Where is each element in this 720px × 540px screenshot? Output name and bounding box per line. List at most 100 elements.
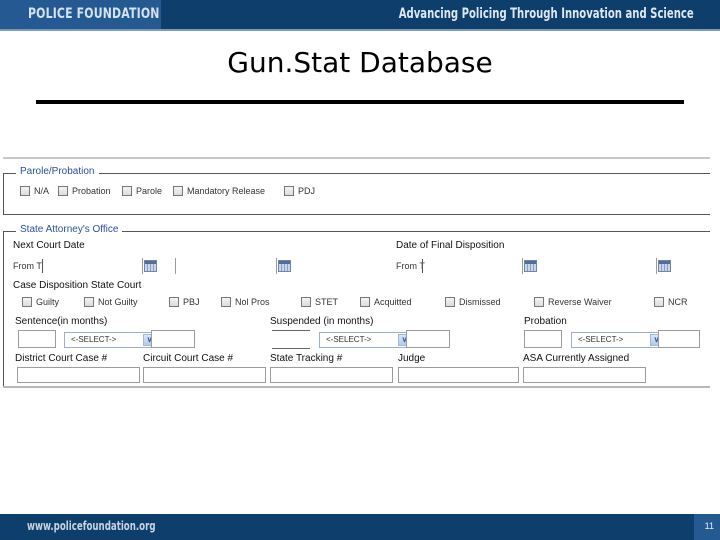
header-banner: POLICE FOUNDATION Advancing Policing Thr… — [0, 0, 720, 31]
gunstat-form: Parole/Probation N/A Probation Parole Ma… — [3, 157, 710, 389]
suspended-months-input[interactable] — [272, 348, 310, 349]
checkbox-label: Mandatory Release — [187, 186, 266, 196]
probation-extra-input[interactable] — [658, 330, 700, 348]
checkbox-box[interactable] — [84, 297, 94, 307]
slide-title: Gun.Stat Database — [227, 46, 493, 79]
next-court-from-input[interactable] — [42, 259, 43, 273]
checkbox-box[interactable] — [654, 297, 664, 307]
district-court-case-label: District Court Case # — [15, 353, 108, 364]
field-separator — [142, 258, 143, 274]
checkbox-box[interactable] — [169, 297, 179, 307]
sentence-unit-select[interactable]: <-SELECT-> ∨ — [64, 332, 159, 348]
state-tracking-input[interactable] — [270, 367, 393, 383]
probation-unit-select[interactable]: <-SELECT-> ∨ — [571, 332, 666, 348]
checkbox-label: Nol Pros — [235, 297, 270, 307]
checkbox-dismissed[interactable]: Dismissed — [445, 297, 501, 307]
state-attorney-legend: State Attorney's Office — [16, 224, 123, 235]
checkbox-reverse-waiver[interactable]: Reverse Waiver — [534, 297, 612, 307]
checkbox-pbj[interactable]: PBJ — [169, 297, 200, 307]
checkbox-label: Probation — [72, 186, 111, 196]
form-bottom-border — [3, 386, 710, 388]
checkbox-label: NCR — [668, 297, 688, 307]
select-value: <-SELECT-> — [578, 335, 624, 344]
probation-months-input[interactable] — [524, 330, 562, 348]
checkbox-parole[interactable]: Parole — [122, 186, 162, 196]
checkbox-label: PDJ — [298, 186, 316, 196]
next-court-to-input[interactable] — [175, 258, 176, 274]
page-number: 11 — [704, 521, 714, 531]
circuit-court-case-label: Circuit Court Case # — [143, 353, 234, 364]
district-court-case-input[interactable] — [17, 367, 140, 383]
checkbox-not-guilty[interactable]: Not Guilty — [84, 297, 138, 307]
suspended-extra-input[interactable] — [406, 330, 450, 348]
brand-logo-text: POLICE FOUNDATION — [28, 6, 160, 22]
checkbox-box[interactable] — [58, 186, 68, 196]
form-top-border — [3, 157, 710, 159]
probation-label: Probation — [524, 316, 567, 327]
checkbox-label: Guilty — [36, 297, 60, 307]
checkbox-box[interactable] — [22, 297, 32, 307]
checkbox-box[interactable] — [173, 186, 183, 196]
checkbox-label: Dismissed — [459, 297, 501, 307]
checkbox-pdj[interactable]: PDJ — [284, 186, 315, 196]
field-separator — [276, 258, 277, 274]
calendar-icon[interactable] — [658, 260, 671, 272]
checkbox-label: Parole — [136, 186, 163, 196]
checkbox-box[interactable] — [20, 186, 30, 196]
circuit-court-case-input[interactable] — [143, 367, 266, 383]
case-disposition-label: Case Disposition State Court — [13, 280, 142, 291]
suspended-line — [272, 330, 310, 331]
final-disposition-to-input[interactable] — [656, 258, 657, 274]
sentence-label: Sentence(in months) — [15, 316, 108, 327]
asa-assigned-label: ASA Currently Assigned — [523, 353, 630, 364]
checkbox-box[interactable] — [122, 186, 132, 196]
parole-probation-fieldset: Parole/Probation N/A Probation Parole Ma… — [3, 166, 710, 215]
sentence-extra-input[interactable] — [151, 330, 195, 348]
checkbox-box[interactable] — [284, 186, 294, 196]
next-court-date-label: Next Court Date — [13, 240, 85, 251]
checkbox-label: Acquitted — [374, 297, 412, 307]
checkbox-label: Not Guilty — [98, 297, 138, 307]
field-separator — [522, 258, 523, 274]
asa-assigned-input[interactable] — [523, 367, 646, 383]
banner-divider — [0, 29, 720, 31]
state-tracking-label: State Tracking # — [270, 353, 343, 364]
footer-url: www.policefoundation.org — [27, 519, 156, 533]
state-attorney-fieldset: State Attorney's Office Next Court Date … — [3, 224, 710, 387]
footer-bar: www.policefoundation.org 11 — [0, 514, 720, 540]
final-disposition-from-input[interactable] — [422, 259, 423, 273]
final-disposition-from-label: From T — [396, 261, 425, 271]
checkbox-box[interactable] — [301, 297, 311, 307]
tagline: Advancing Policing Through Innovation an… — [399, 6, 694, 22]
checkbox-nol-pros[interactable]: Nol Pros — [221, 297, 270, 307]
calendar-icon[interactable] — [524, 260, 537, 272]
checkbox-box[interactable] — [360, 297, 370, 307]
checkbox-guilty[interactable]: Guilty — [22, 297, 59, 307]
checkbox-stet[interactable]: STET — [301, 297, 338, 307]
next-court-from-label: From T — [13, 261, 42, 271]
checkbox-box[interactable] — [534, 297, 544, 307]
checkbox-label: STET — [315, 297, 339, 307]
checkbox-probation[interactable]: Probation — [58, 186, 111, 196]
brand-block: POLICE FOUNDATION — [0, 0, 161, 31]
checkbox-label: Reverse Waiver — [548, 297, 612, 307]
checkbox-ncr[interactable]: NCR — [654, 297, 688, 307]
checkbox-mandatory-release[interactable]: Mandatory Release — [173, 186, 265, 196]
checkbox-box[interactable] — [221, 297, 231, 307]
checkbox-acquitted[interactable]: Acquitted — [360, 297, 412, 307]
sentence-months-input[interactable] — [18, 330, 56, 348]
calendar-icon[interactable] — [144, 260, 157, 272]
checkbox-label: N/A — [34, 186, 50, 196]
suspended-label: Suspended (in months) — [270, 316, 374, 327]
judge-label: Judge — [398, 353, 426, 364]
judge-input[interactable] — [398, 367, 519, 383]
checkbox-label: PBJ — [183, 297, 200, 307]
checkbox-box[interactable] — [445, 297, 455, 307]
title-rule — [36, 100, 684, 104]
calendar-icon[interactable] — [278, 260, 291, 272]
checkbox-na[interactable]: N/A — [20, 186, 49, 196]
select-value: <-SELECT-> — [326, 335, 372, 344]
suspended-unit-select[interactable]: <-SELECT-> ∨ — [319, 332, 414, 348]
final-disposition-label: Date of Final Disposition — [396, 240, 505, 251]
select-value: <-SELECT-> — [71, 335, 117, 344]
